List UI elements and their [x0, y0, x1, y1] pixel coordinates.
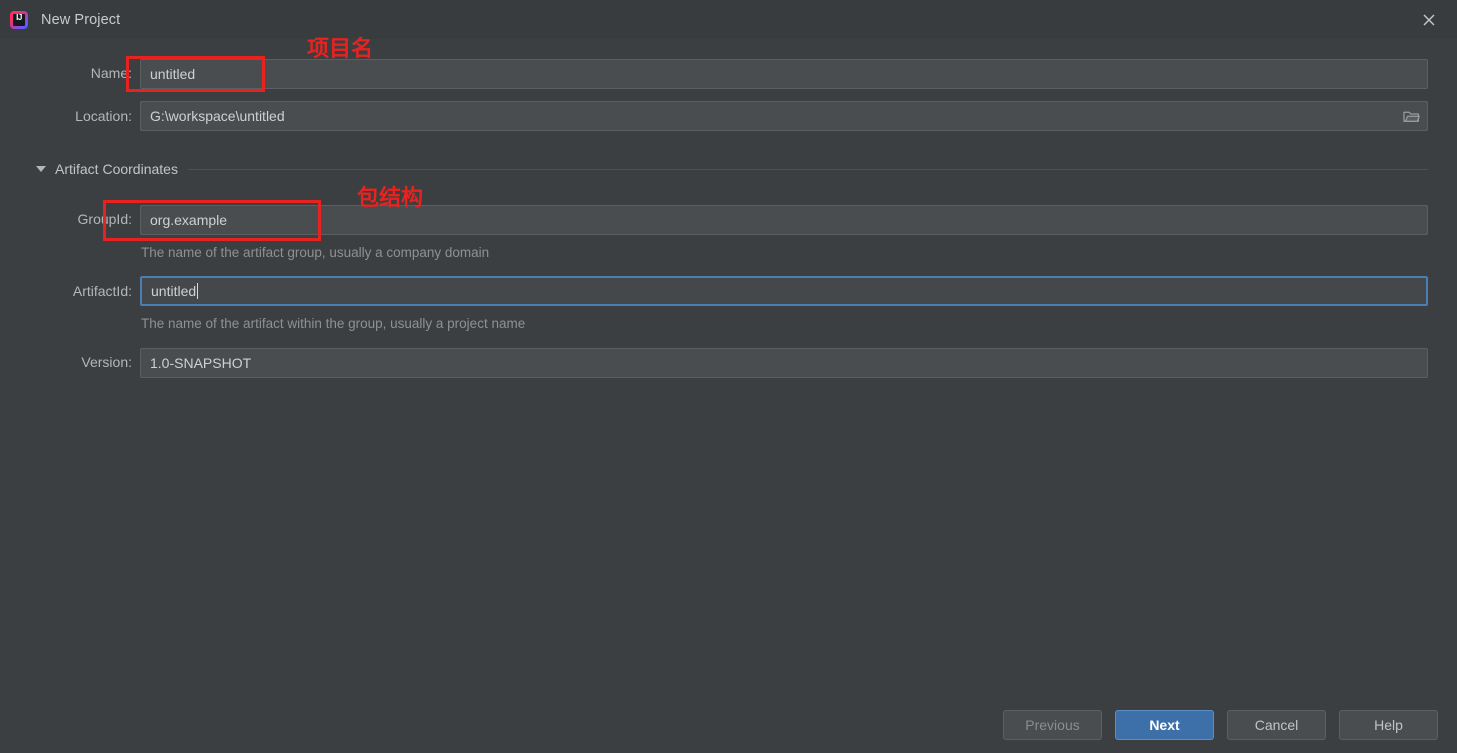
- window-title: New Project: [41, 11, 121, 28]
- annotation-label-group-id: 包结构: [357, 186, 424, 211]
- help-button[interactable]: Help: [1339, 710, 1438, 740]
- location-field[interactable]: G:\workspace\untitled: [140, 101, 1428, 131]
- annotation-label-name: 项目名: [307, 37, 374, 62]
- version-label: Version:: [81, 354, 132, 370]
- artifact-id-field[interactable]: untitled: [140, 276, 1428, 306]
- section-divider: [187, 168, 1428, 170]
- artifact-id-hint: The name of the artifact within the grou…: [141, 316, 526, 331]
- section-title: Artifact Coordinates: [55, 161, 178, 177]
- window-titlebar: New Project: [0, 0, 1457, 39]
- version-field-value: 1.0-SNAPSHOT: [150, 355, 252, 371]
- previous-button[interactable]: Previous: [1003, 710, 1102, 740]
- artifact-id-field-value: untitled: [151, 283, 197, 299]
- intellij-idea-logo-icon: [10, 10, 28, 29]
- triangle-down-icon[interactable]: [36, 166, 46, 172]
- version-field[interactable]: 1.0-SNAPSHOT: [140, 348, 1428, 378]
- close-icon[interactable]: [1409, 5, 1449, 34]
- folder-browse-icon[interactable]: [1401, 107, 1421, 125]
- name-field-value: untitled: [150, 66, 196, 82]
- text-cursor: [197, 283, 199, 299]
- group-id-label: GroupId:: [77, 211, 132, 227]
- next-button[interactable]: Next: [1115, 710, 1214, 740]
- group-id-hint: The name of the artifact group, usually …: [141, 245, 490, 260]
- location-label: Location:: [75, 108, 132, 124]
- cancel-button[interactable]: Cancel: [1227, 710, 1326, 740]
- name-label: Name:: [90, 65, 132, 81]
- artifact-id-label: ArtifactId:: [72, 283, 132, 299]
- location-field-value: G:\workspace\untitled: [150, 108, 285, 124]
- name-field[interactable]: untitled: [140, 59, 1428, 89]
- artifact-coordinates-section-header[interactable]: Artifact Coordinates: [36, 161, 1428, 177]
- group-id-field[interactable]: org.example: [140, 205, 1428, 235]
- group-id-field-value: org.example: [150, 212, 228, 228]
